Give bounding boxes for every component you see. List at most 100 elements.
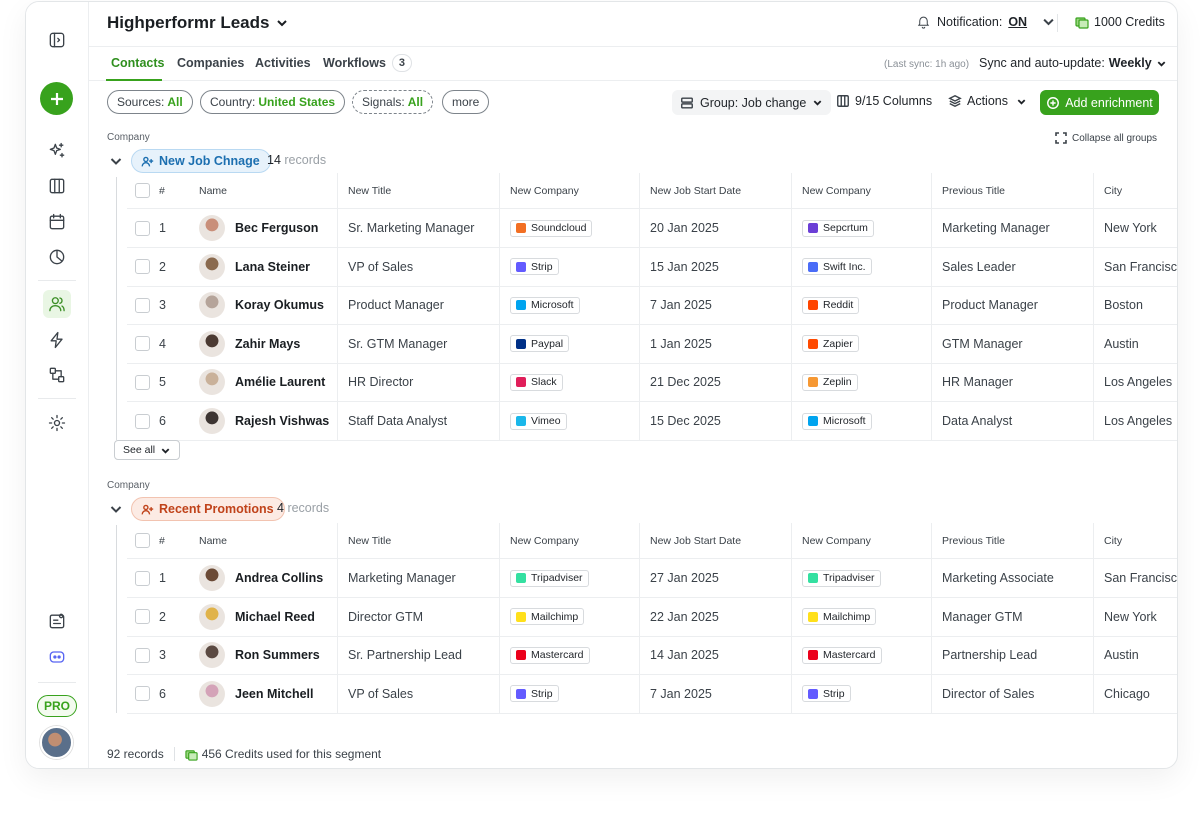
see-all-button[interactable]: See all <box>114 440 181 460</box>
column-header[interactable]: City <box>1093 173 1177 208</box>
group-pill-recent-promotions[interactable]: Recent Promotions <box>131 497 285 521</box>
row-checkbox[interactable] <box>135 413 150 429</box>
user-avatar[interactable] <box>40 726 73 759</box>
table-row[interactable]: 3 Koray Okumus Product Manager Microsoft 7 J… <box>127 286 1177 326</box>
tab-activities[interactable]: Activities <box>255 56 311 70</box>
sidebar-toggle-icon[interactable] <box>43 26 71 54</box>
chevron-down-icon[interactable] <box>109 154 123 168</box>
company-chip[interactable]: Tripadviser <box>510 569 589 587</box>
row-checkbox[interactable] <box>135 336 150 352</box>
company-chip[interactable]: Mailchimp <box>510 608 585 626</box>
feedback-icon[interactable] <box>43 607 71 635</box>
company-chip[interactable]: Tripadviser <box>802 569 881 587</box>
company-chip[interactable]: Strip <box>510 258 559 276</box>
sync-frequency-dropdown[interactable]: Sync and auto-update: Weekly <box>979 56 1167 70</box>
page-title[interactable]: Highperformr Leads <box>107 13 289 33</box>
row-checkbox[interactable] <box>135 259 150 275</box>
tab-contacts[interactable]: Contacts <box>111 56 164 70</box>
lightning-icon[interactable] <box>43 326 71 354</box>
pie-chart-icon[interactable] <box>43 243 71 271</box>
company-chip[interactable]: Strip <box>510 685 559 703</box>
company-chip[interactable]: Strip <box>802 685 851 703</box>
column-header[interactable]: # <box>159 173 199 208</box>
column-header[interactable]: New Job Start Date <box>639 173 791 208</box>
table-row[interactable]: 2 Michael Reed Director GTM Mailchimp 22 Jan… <box>127 597 1177 637</box>
workflow-icon[interactable] <box>43 361 71 389</box>
company-chip[interactable]: Paypal <box>510 335 570 353</box>
filter-sources[interactable]: Sources: All <box>107 90 193 114</box>
column-header[interactable]: New Title <box>337 173 499 208</box>
column-header[interactable]: New Company <box>791 173 931 208</box>
company-chip[interactable]: Zapier <box>802 335 859 353</box>
tab-workflows[interactable]: Workflows 3 <box>323 54 412 72</box>
column-header[interactable]: # <box>159 523 199 558</box>
company-chip[interactable]: Soundcloud <box>510 219 593 237</box>
table-row[interactable]: 4 Zahir Mays Sr. GTM Manager Paypal 1 Jan 20… <box>127 324 1177 364</box>
contact-name-cell[interactable]: Bec Ferguson <box>199 209 347 247</box>
company-chip[interactable]: Microsoft <box>510 296 580 314</box>
row-checkbox[interactable] <box>135 686 150 702</box>
row-checkbox[interactable] <box>135 570 150 586</box>
table-row[interactable]: 2 Lana Steiner VP of Sales Strip 15 Jan 2025… <box>127 247 1177 287</box>
tab-companies[interactable]: Companies <box>177 56 244 70</box>
columns-button[interactable]: 9/15 Columns <box>836 94 932 108</box>
select-all-checkbox[interactable] <box>135 533 150 548</box>
columns-icon[interactable] <box>43 172 71 200</box>
company-chip[interactable]: Sepcrtum <box>802 219 874 237</box>
notification-toggle[interactable]: Notification: ON <box>916 14 1056 29</box>
company-chip[interactable]: Microsoft <box>802 412 872 430</box>
more-filters-button[interactable]: more <box>442 90 490 114</box>
row-checkbox[interactable] <box>135 297 150 313</box>
table-row[interactable]: 6 Rajesh Vishwas Staff Data Analyst Vimeo 15… <box>127 402 1177 441</box>
column-header[interactable]: New Company <box>499 173 639 208</box>
company-chip[interactable]: Swift Inc. <box>802 258 872 276</box>
table-row[interactable]: 1 Bec Ferguson Sr. Marketing Manager Soundc… <box>127 209 1177 248</box>
contact-name-cell[interactable]: Andrea Collins <box>199 559 347 597</box>
company-chip[interactable]: Zeplin <box>802 373 858 391</box>
contact-name-cell[interactable]: Amélie Laurent <box>199 363 347 401</box>
contact-name-cell[interactable]: Rajesh Vishwas <box>199 402 347 440</box>
contact-name-cell[interactable]: Ron Summers <box>199 636 347 674</box>
calendar-icon[interactable] <box>43 208 71 236</box>
row-checkbox[interactable] <box>135 647 150 663</box>
column-header[interactable]: New Job Start Date <box>639 523 791 558</box>
column-header[interactable]: Previous Title <box>931 173 1093 208</box>
settings-icon[interactable] <box>43 409 71 437</box>
add-enrichment-button[interactable]: Add enrichment <box>1040 90 1159 115</box>
select-all-checkbox[interactable] <box>135 183 150 198</box>
contact-name-cell[interactable]: Lana Steiner <box>199 248 347 286</box>
company-chip[interactable]: Slack <box>510 373 563 391</box>
row-checkbox[interactable] <box>135 609 150 625</box>
column-header[interactable]: City <box>1093 523 1177 558</box>
company-chip[interactable]: Mastercard <box>802 646 882 664</box>
contact-name-cell[interactable]: Zahir Mays <box>199 325 347 363</box>
credits-badge[interactable]: 1000 Credits <box>1075 15 1165 29</box>
collapse-all-groups-button[interactable]: Collapse all groups <box>1055 132 1157 144</box>
contact-name-cell[interactable]: Koray Okumus <box>199 286 347 324</box>
company-chip[interactable]: Reddit <box>802 296 860 314</box>
column-header[interactable]: Name <box>199 523 347 558</box>
contact-name-cell[interactable]: Michael Reed <box>199 598 347 636</box>
column-header[interactable]: Previous Title <box>931 523 1093 558</box>
contacts-icon[interactable] <box>43 290 71 318</box>
discord-icon[interactable] <box>43 643 71 671</box>
company-chip[interactable]: Mailchimp <box>802 608 877 626</box>
company-chip[interactable]: Mastercard <box>510 646 590 664</box>
group-by-dropdown[interactable]: Group: Job change <box>672 90 832 115</box>
company-chip[interactable]: Vimeo <box>510 412 567 430</box>
column-header[interactable]: New Company <box>499 523 639 558</box>
filter-signals[interactable]: Signals: All <box>352 90 434 114</box>
create-button[interactable] <box>40 82 73 115</box>
table-row[interactable]: 6 Jeen Mitchell VP of Sales Strip 7 Jan 2025… <box>127 674 1177 714</box>
table-row[interactable]: 5 Amélie Laurent HR Director Slack 21 Dec 20… <box>127 363 1177 403</box>
group-pill-new-job[interactable]: New Job Chnage <box>131 149 271 173</box>
contact-name-cell[interactable]: Jeen Mitchell <box>199 675 347 713</box>
row-checkbox[interactable] <box>135 374 150 390</box>
row-checkbox[interactable] <box>135 220 150 236</box>
sparkles-icon[interactable] <box>43 137 71 165</box>
column-header[interactable]: New Title <box>337 523 499 558</box>
chevron-down-icon[interactable] <box>109 502 123 516</box>
actions-dropdown[interactable]: Actions <box>948 94 1027 108</box>
column-header[interactable]: Name <box>199 173 347 208</box>
column-header[interactable]: New Company <box>791 523 931 558</box>
